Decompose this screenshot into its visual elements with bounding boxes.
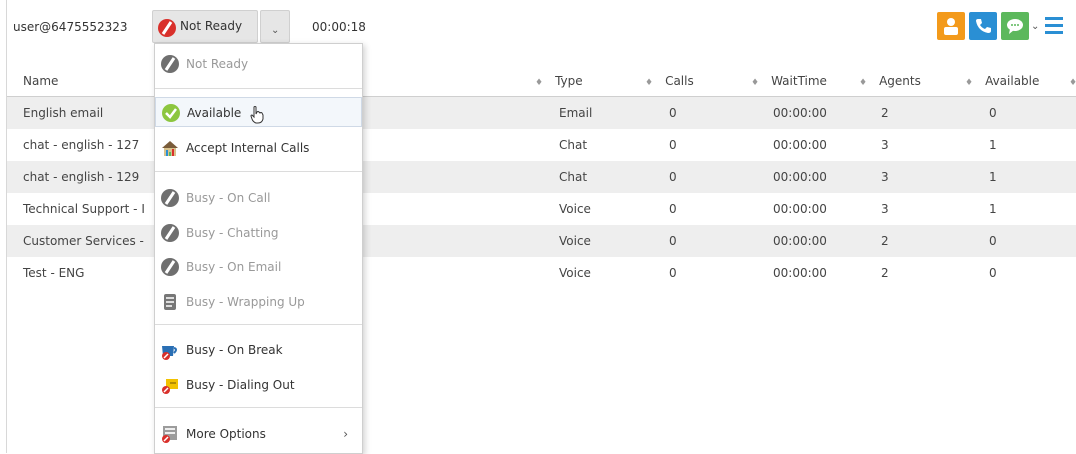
cell-type: Voice	[559, 266, 591, 280]
cell-agents: 3	[881, 138, 889, 152]
cell-name: chat - english - 127	[23, 138, 140, 152]
busy-icon	[160, 223, 180, 246]
cell-type: Chat	[559, 170, 588, 184]
cell-waittime: 00:00:00	[773, 234, 827, 248]
user-id: user@6475552323	[13, 20, 128, 34]
wrapping-up-icon	[160, 292, 180, 315]
app-frame: user@6475552323 Not Ready ⌄ 00:00:18 ⌄ N…	[6, 0, 1076, 454]
contacts-button[interactable]	[937, 12, 965, 40]
column-header-name[interactable]: Name	[23, 74, 58, 88]
menu-item-more-options[interactable]: More Options ›	[155, 419, 362, 449]
more-options-icon	[160, 424, 180, 447]
column-header-agents[interactable]: ♦ Agents	[859, 74, 921, 88]
cell-available: 1	[989, 138, 997, 152]
status-label: Not Ready	[180, 19, 243, 33]
cell-calls: 0	[669, 266, 677, 280]
hamburger-menu-button[interactable]	[1043, 12, 1065, 40]
status-timer: 00:00:18	[312, 20, 366, 34]
cell-type: Chat	[559, 138, 588, 152]
cell-name: Test - ENG	[23, 266, 85, 280]
cell-waittime: 00:00:00	[773, 106, 827, 120]
cell-type: Voice	[559, 234, 591, 248]
column-header-available[interactable]: ♦ Available	[965, 74, 1039, 88]
menu-item-busy-chatting[interactable]: Busy - Chatting	[155, 218, 362, 248]
sort-icon: ♦	[1069, 78, 1076, 88]
chevron-down-icon: ⌄	[271, 25, 280, 36]
status-button[interactable]: Not Ready	[152, 10, 258, 43]
menu-item-busy-wrapping-up[interactable]: Busy - Wrapping Up	[155, 287, 362, 317]
chat-icon	[1007, 19, 1023, 34]
hamburger-icon	[1045, 17, 1063, 34]
cell-agents: 3	[881, 170, 889, 184]
not-ready-icon	[160, 54, 180, 77]
status-dropdown-menu: Not Ready Available Accept Internal Call…	[154, 43, 363, 454]
menu-item-busy-on-break[interactable]: Busy - On Break	[155, 335, 362, 365]
cell-waittime: 00:00:00	[773, 170, 827, 184]
cell-type: Email	[559, 106, 593, 120]
column-header-type[interactable]: ♦ Type	[535, 74, 583, 88]
chat-menu-caret-icon[interactable]: ⌄	[1031, 21, 1039, 32]
cell-agents: 3	[881, 202, 889, 216]
cell-calls: 0	[669, 138, 677, 152]
cell-calls: 0	[669, 202, 677, 216]
sort-icon: ♦	[645, 78, 654, 88]
cell-calls: 0	[669, 106, 677, 120]
cell-available: 0	[989, 266, 997, 280]
cell-name: Customer Services -	[23, 234, 144, 248]
sort-icon: ♦	[965, 78, 974, 88]
cell-waittime: 00:00:00	[773, 202, 827, 216]
cell-calls: 0	[669, 234, 677, 248]
menu-item-busy-dialing-out[interactable]: Busy - Dialing Out	[155, 370, 362, 400]
cell-waittime: 00:00:00	[773, 266, 827, 280]
busy-icon	[160, 188, 180, 211]
cell-agents: 2	[881, 266, 889, 280]
menu-item-busy-on-call[interactable]: Busy - On Call	[155, 183, 362, 213]
column-header-calls[interactable]: ♦ Calls	[645, 74, 694, 88]
hand-cursor-icon	[250, 106, 264, 127]
menu-item-busy-on-email[interactable]: Busy - On Email	[155, 252, 362, 282]
cell-waittime: 00:00:00	[773, 138, 827, 152]
cell-calls: 0	[669, 170, 677, 184]
cell-agents: 2	[881, 106, 889, 120]
available-icon	[161, 103, 181, 126]
column-header-waittime[interactable]: ♦ WaitTime	[751, 74, 827, 88]
menu-item-available[interactable]: Available	[155, 97, 362, 127]
toolbar-icons: ⌄	[929, 12, 1069, 40]
phone-icon	[976, 19, 991, 33]
sort-icon: ♦	[535, 78, 544, 88]
busy-icon	[160, 257, 180, 280]
status-dropdown-toggle[interactable]: ⌄	[260, 10, 290, 43]
phone-button[interactable]	[969, 12, 997, 40]
cell-agents: 2	[881, 234, 889, 248]
menu-item-accept-internal-calls[interactable]: Accept Internal Calls	[155, 133, 362, 163]
break-icon	[160, 340, 180, 363]
internal-calls-icon	[160, 138, 180, 161]
cell-available: 0	[989, 106, 997, 120]
chat-button[interactable]	[1001, 12, 1029, 40]
sort-icon: ♦	[859, 78, 868, 88]
not-ready-icon	[157, 18, 177, 41]
cell-name: chat - english - 129	[23, 170, 140, 184]
sort-icon: ♦	[751, 78, 760, 88]
cell-available: 1	[989, 202, 997, 216]
cell-type: Voice	[559, 202, 591, 216]
cell-name: English email	[23, 106, 104, 120]
chevron-right-icon: ›	[343, 427, 348, 441]
cell-available: 1	[989, 170, 997, 184]
menu-item-not-ready[interactable]: Not Ready	[155, 49, 362, 79]
dialing-out-icon	[160, 375, 180, 398]
cell-available: 0	[989, 234, 997, 248]
person-icon	[944, 18, 958, 35]
cell-name: Technical Support - I	[23, 202, 145, 216]
